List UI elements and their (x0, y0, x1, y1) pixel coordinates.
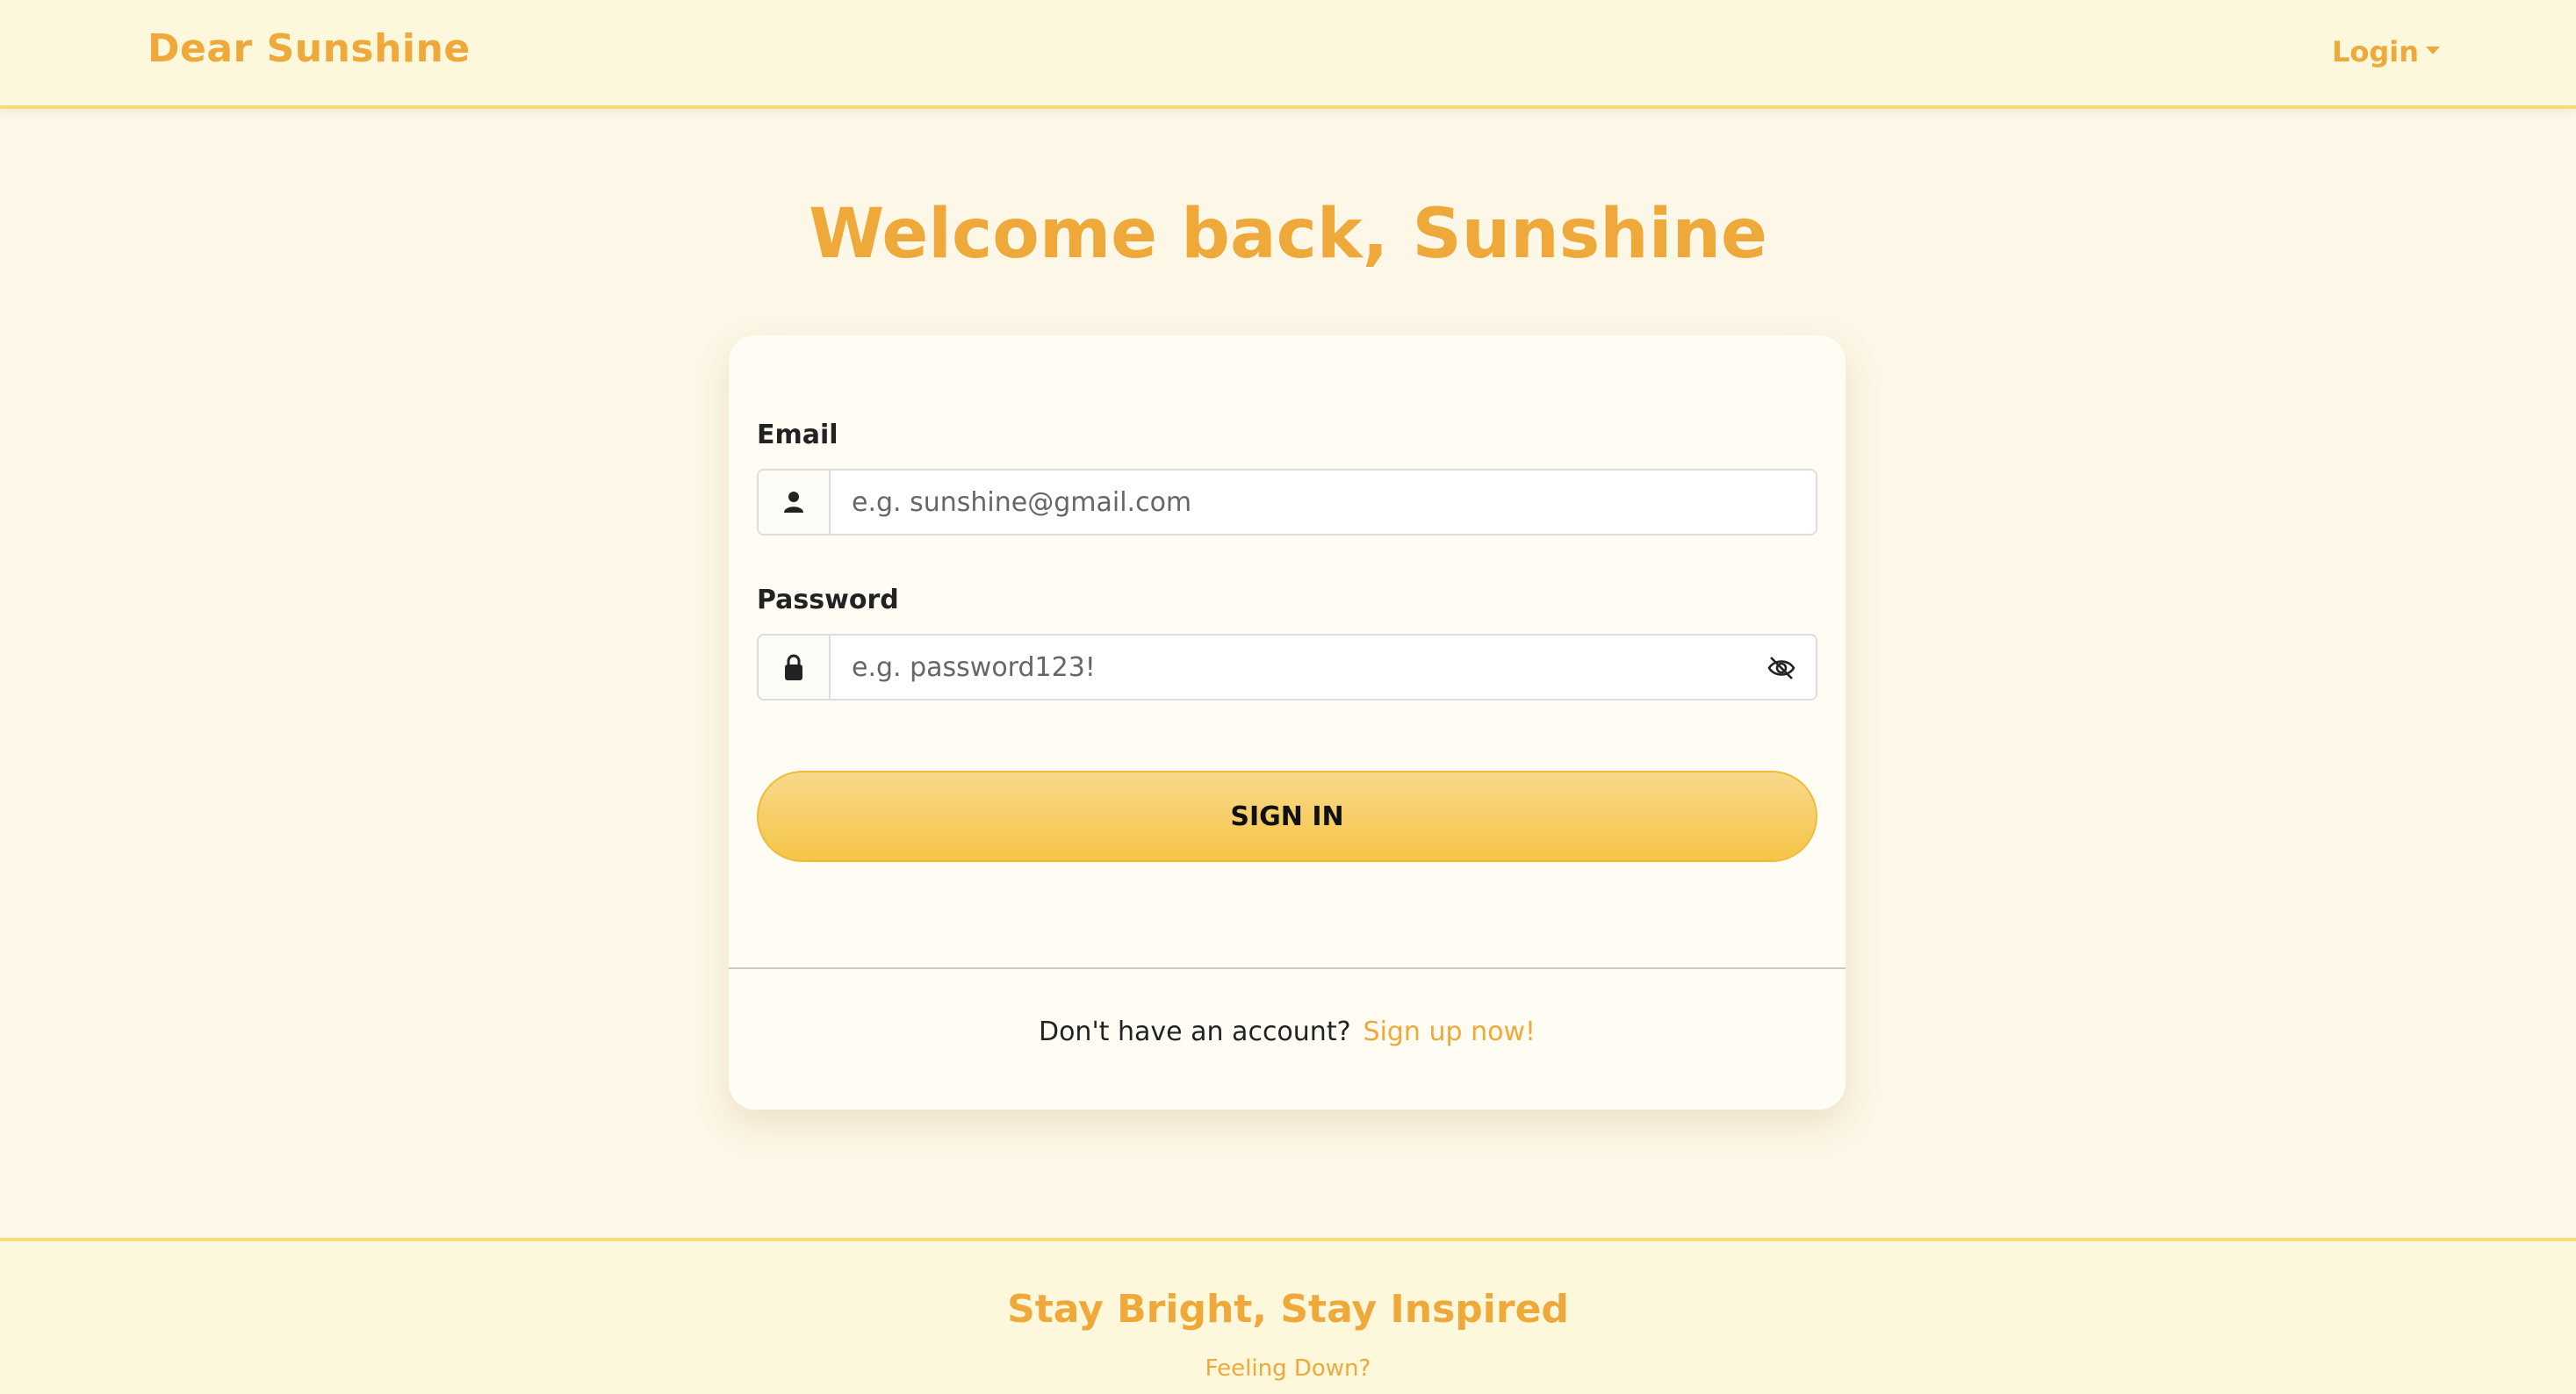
sign-up-link[interactable]: Sign up now! (1364, 1017, 1536, 1047)
email-field[interactable] (832, 471, 1816, 534)
login-dropdown[interactable]: Login (2332, 35, 2441, 68)
lock-icon (759, 636, 831, 699)
eye-slash-icon[interactable] (1767, 655, 1796, 681)
card-divider (729, 967, 1846, 969)
login-dropdown-label: Login (2332, 35, 2420, 68)
sign-in-button[interactable]: SIGN IN (757, 771, 1817, 862)
footer-title: Stay Bright, Stay Inspired (1007, 1287, 1569, 1332)
password-input-group (757, 634, 1817, 701)
brand-logo[interactable]: Dear Sunshine (148, 26, 471, 71)
email-label: Email (757, 420, 838, 450)
email-input-group (757, 469, 1817, 535)
user-icon (759, 471, 831, 534)
feeling-down-link[interactable]: Feeling Down? (0, 1355, 2576, 1382)
password-label: Password (757, 585, 899, 615)
chevron-down-icon (2426, 46, 2441, 54)
page-title: Welcome back, Sunshine (809, 195, 1767, 274)
password-field[interactable] (832, 636, 1816, 699)
signup-prompt-text: Don't have an account? (1038, 1017, 1351, 1047)
navbar: Dear Sunshine Login (0, 0, 2576, 109)
signup-prompt-row: Don't have an account? Sign up now! (729, 1017, 1846, 1047)
login-card: Email Password SIGN IN Don't have an acc… (729, 335, 1846, 1110)
footer: Stay Bright, Stay Inspired Feeling Down? (0, 1238, 2576, 1394)
